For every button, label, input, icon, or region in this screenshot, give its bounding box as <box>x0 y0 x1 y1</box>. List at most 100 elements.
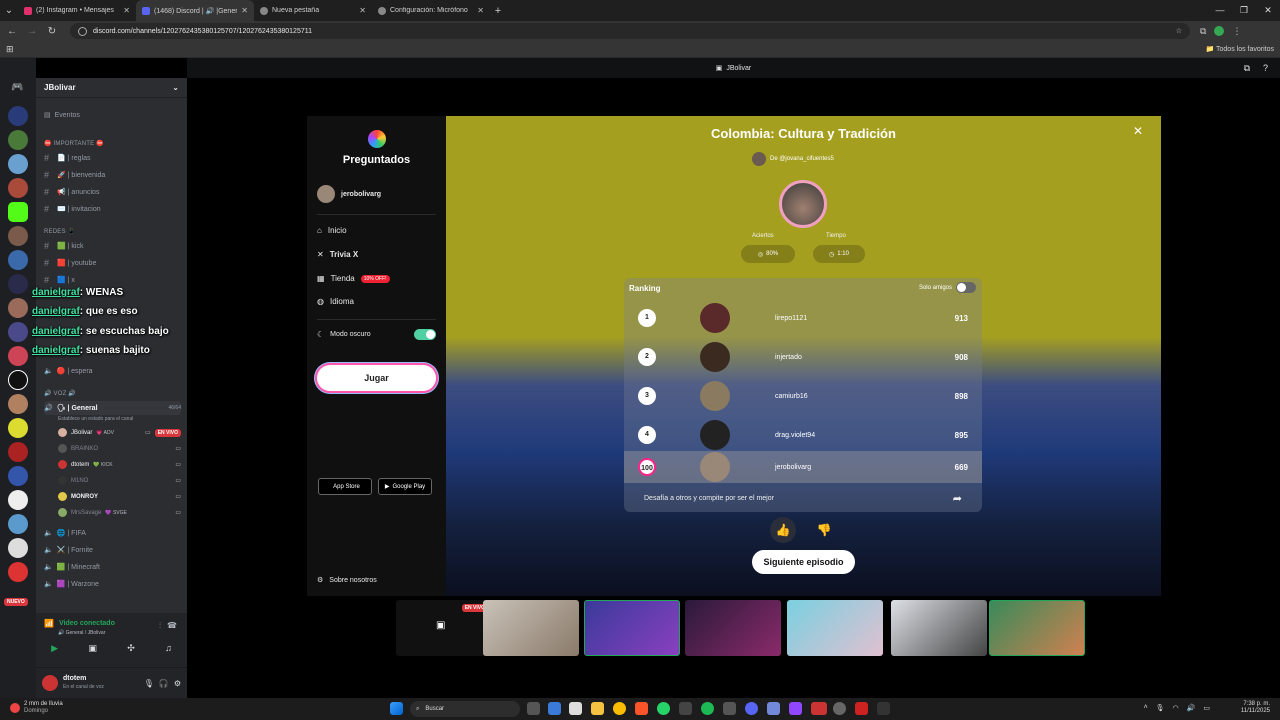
events-link[interactable]: ▤ Eventos <box>44 108 181 122</box>
voice-channel-fifa[interactable]: 🔈 🌐 | FIFA <box>44 526 181 540</box>
tab-discord[interactable]: (1468) Discord | 🔊 |General ✕ <box>136 0 254 21</box>
server-icon[interactable] <box>8 298 28 318</box>
participant-video[interactable] <box>787 600 883 656</box>
menu-idioma[interactable]: ◍ Idioma <box>317 297 354 306</box>
channel-bienvenida[interactable]: # 🚀 | bienvenida <box>44 168 181 182</box>
voice-user[interactable]: BRAINKO ▭ <box>58 442 181 455</box>
server-icon[interactable] <box>8 274 28 294</box>
participant-video[interactable] <box>989 600 1085 656</box>
voice-channel-minecraft[interactable]: 🔈 🟩 | Minecraft <box>44 560 181 574</box>
user-avatar[interactable] <box>42 675 58 691</box>
app-store-badge[interactable]: App Store <box>318 478 372 495</box>
share-icon[interactable]: ➦ <box>953 492 962 505</box>
server-icon[interactable] <box>8 562 28 582</box>
close-icon[interactable]: ✕ <box>1133 124 1143 138</box>
server-icon[interactable] <box>8 250 28 270</box>
participant-video[interactable] <box>685 600 781 656</box>
quiz-author[interactable]: De @jovana_cifuentes5 <box>752 152 834 166</box>
forward-icon[interactable]: → <box>24 26 40 37</box>
spotify-icon[interactable] <box>701 702 714 715</box>
server-icon[interactable] <box>8 466 28 486</box>
brave-icon[interactable] <box>635 702 648 715</box>
weather-widget[interactable]: 2 mm de lluvia Domingo <box>10 701 63 715</box>
app-icon[interactable] <box>833 702 846 715</box>
chrome-icon[interactable] <box>613 702 626 715</box>
disconnect-icon[interactable]: ☎ <box>167 621 177 630</box>
channel-x[interactable]: # 🟦 | x <box>44 273 181 287</box>
microphone-icon[interactable]: 🎙 <box>144 679 154 688</box>
server-icon[interactable] <box>8 226 28 246</box>
participant-video[interactable] <box>891 600 987 656</box>
microphone-icon[interactable]: 🎙 <box>1156 704 1165 712</box>
channel-espera[interactable]: 🔈 🔴 | espera <box>44 364 181 378</box>
file-explorer-icon[interactable] <box>591 702 604 715</box>
volume-icon[interactable]: 🔊 <box>1187 704 1196 712</box>
camera-button[interactable]: ▶ <box>51 643 58 654</box>
google-play-badge[interactable]: ▶ Google Play <box>378 478 432 495</box>
app-icon[interactable] <box>789 702 802 715</box>
server-icon[interactable] <box>8 442 28 462</box>
app-icon[interactable] <box>745 702 758 715</box>
bookmark-star-icon[interactable]: ☆ <box>1176 27 1182 35</box>
ranking-row[interactable]: 2 injertado 908 <box>624 341 982 373</box>
category-redes[interactable]: REDES 📱 <box>44 228 75 235</box>
new-tab-button[interactable]: + <box>490 5 506 17</box>
ranking-row[interactable]: 1 lirepo1121 913 <box>624 302 982 334</box>
activities-button[interactable]: ✣ <box>127 643 135 654</box>
voice-status-text[interactable]: Establece un estado para el canal <box>58 416 133 422</box>
whatsapp-icon[interactable] <box>657 702 670 715</box>
ranking-row[interactable]: 3 camiurb16 898 <box>624 380 982 412</box>
thumbs-up-button[interactable]: 👍 <box>770 517 796 543</box>
about-link[interactable]: ⚙ Sobre nosotros <box>317 576 377 585</box>
channel-anuncios[interactable]: # 📢 | anuncios <box>44 185 181 199</box>
screen-share-button[interactable]: ▣ <box>88 643 97 654</box>
dark-mode-toggle[interactable] <box>414 329 436 340</box>
browser-menu-icon[interactable]: ⋮ <box>1232 26 1241 37</box>
app-icon[interactable] <box>877 702 890 715</box>
menu-tienda[interactable]: ▦ Tienda 10% OFF! <box>317 274 390 283</box>
menu-trivia-x[interactable]: ✕ Trivia X <box>317 250 358 259</box>
url-input[interactable]: discord.com/channels/1202762435380125707… <box>70 23 1190 39</box>
play-button[interactable]: Jugar <box>317 365 436 391</box>
signal-icon[interactable]: 📶 <box>44 619 54 628</box>
tab-close-icon[interactable]: ✕ <box>477 6 484 15</box>
profile-avatar[interactable] <box>1214 26 1225 36</box>
voice-connected-channel[interactable]: 🔊 General / JBolivar <box>58 630 105 636</box>
server-icon[interactable] <box>8 346 28 366</box>
channel-invitacion[interactable]: # ✉️ | invitacion <box>44 202 181 216</box>
close-window-icon[interactable]: ✕ <box>1256 0 1280 21</box>
tray-chevron-icon[interactable]: ˄ <box>1144 704 1148 712</box>
voice-user[interactable]: M1NO ▭ <box>58 474 181 487</box>
gear-icon[interactable]: ⚙ <box>174 679 181 688</box>
kick-server-icon[interactable] <box>8 202 28 222</box>
channel-reglas[interactable]: # 📄 | reglas <box>44 151 181 165</box>
guild-header[interactable]: JBolivar ⌄ <box>36 78 187 98</box>
reload-icon[interactable]: ↻ <box>44 26 60 37</box>
app-icon[interactable] <box>548 702 561 715</box>
popout-icon[interactable]: ⧉ <box>1244 63 1250 74</box>
minimize-icon[interactable]: — <box>1208 0 1232 21</box>
all-bookmarks[interactable]: 📁 Todos los favoritos <box>1205 45 1274 53</box>
server-icon[interactable] <box>8 322 28 342</box>
soundboard-button[interactable]: ♫ <box>165 643 172 654</box>
tab-close-icon[interactable]: ✕ <box>359 6 366 15</box>
app-icon[interactable] <box>679 702 692 715</box>
tab-close-icon[interactable]: ✕ <box>241 6 248 15</box>
extensions-icon[interactable]: ⧉ <box>1200 26 1206 37</box>
task-view-icon[interactable] <box>527 702 540 715</box>
voice-user[interactable]: JBolivar 💗 ADV ▭ EN VIVO <box>58 426 181 439</box>
server-icon[interactable] <box>8 130 28 150</box>
tab-settings-mic[interactable]: Configuración: Micrófono ✕ <box>372 0 490 21</box>
voice-user[interactable]: dtotem 💚 KICK ▭ <box>58 458 181 471</box>
taskbar-search[interactable]: ⌕ Buscar <box>410 701 520 717</box>
next-episode-button[interactable]: Siguiente episodio <box>752 550 855 574</box>
noise-suppression-icon[interactable]: ⫶ <box>159 621 161 631</box>
participant-video[interactable] <box>584 600 680 656</box>
site-info-icon[interactable] <box>78 26 87 36</box>
clock[interactable]: 7:38 p. m. 11/11/2025 <box>1241 701 1270 715</box>
wifi-icon[interactable]: ◠ <box>1173 704 1179 712</box>
discord-home-icon[interactable]: 🎮 <box>11 82 23 93</box>
server-icon[interactable] <box>8 394 28 414</box>
server-icon[interactable] <box>8 106 28 126</box>
app-icon[interactable] <box>569 702 582 715</box>
